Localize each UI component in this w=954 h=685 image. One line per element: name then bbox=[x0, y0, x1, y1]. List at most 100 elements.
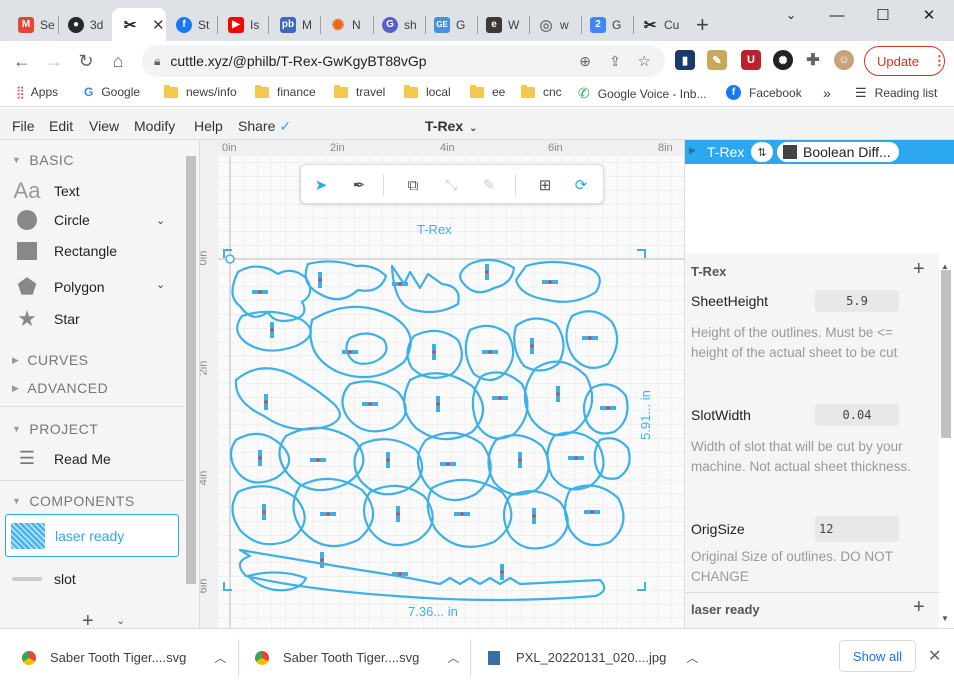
tool-polygon[interactable]: ⬟ Polygon bbox=[12, 274, 104, 300]
tab-ebay[interactable]: eW bbox=[476, 8, 528, 41]
close-window-button[interactable]: ✕ bbox=[906, 0, 952, 30]
bookmark-news[interactable]: news/info bbox=[164, 84, 237, 99]
tab-facebook[interactable]: f St bbox=[166, 8, 216, 41]
chevron-down-icon[interactable]: ⌄ bbox=[116, 614, 125, 627]
tab-web[interactable]: ◎ w bbox=[528, 8, 580, 41]
address-bar[interactable]: 🔒︎ cuttle.xyz/@philb/T-Rex-GwKgyBT88vGp … bbox=[142, 45, 665, 77]
grid-snap-icon[interactable]: ⊞ bbox=[535, 175, 555, 195]
tab-pb[interactable]: pb M bbox=[270, 8, 320, 41]
bookmark-facebook[interactable]: f Facebook bbox=[726, 85, 802, 100]
chevron-down-icon[interactable]: ⌄ bbox=[156, 278, 165, 291]
bookmark-local[interactable]: local bbox=[404, 84, 451, 99]
tab-gear[interactable]: ✺ N bbox=[320, 8, 372, 41]
edit-points-icon[interactable]: ✎ bbox=[479, 175, 499, 195]
bookmark-google-voice[interactable]: ✆ Google Voice - Inb... bbox=[578, 85, 706, 102]
scale-icon[interactable]: ⤡ bbox=[441, 175, 461, 195]
section-components[interactable]: ▼ COMPONENTS bbox=[12, 493, 135, 509]
add-component-button[interactable]: + bbox=[82, 610, 94, 628]
tab-search-icon[interactable]: ⌄ bbox=[768, 0, 814, 30]
left-scrollbar[interactable] bbox=[186, 156, 196, 584]
read-me-item[interactable]: ☰ Read Me bbox=[12, 448, 111, 469]
menu-modify[interactable]: Modify bbox=[134, 118, 175, 134]
pen-tool-icon[interactable]: ✒ bbox=[349, 175, 369, 195]
tab-cuttle-active[interactable]: ✂ ✕ bbox=[112, 8, 166, 41]
bookmark-ee[interactable]: ee bbox=[470, 84, 505, 99]
right-scrollbar[interactable] bbox=[941, 270, 951, 438]
extension-chart-icon[interactable]: ▮ bbox=[675, 50, 695, 70]
tab-cuttle-2[interactable]: ✂ Cu bbox=[632, 8, 684, 41]
menu-share[interactable]: Share ✓ bbox=[238, 118, 291, 135]
bookmark-google[interactable]: G Google bbox=[84, 85, 140, 99]
bookmark-finance[interactable]: finance bbox=[255, 84, 316, 99]
swap-arrows-icon[interactable]: ⇅ bbox=[751, 142, 773, 162]
component-laser-ready[interactable]: laser ready bbox=[5, 514, 179, 557]
section-basic[interactable]: ▼ BASIC bbox=[12, 152, 74, 168]
menu-help[interactable]: Help bbox=[194, 118, 223, 134]
tab-gmail[interactable]: M Se bbox=[8, 8, 56, 41]
zoom-icon[interactable]: ⊕ bbox=[579, 53, 591, 70]
tool-text[interactable]: Aa Text bbox=[12, 178, 80, 204]
chevron-down-icon[interactable]: ⌄ bbox=[156, 214, 165, 227]
menu-edit[interactable]: Edit bbox=[49, 118, 73, 134]
reload-icon[interactable]: ↻ bbox=[70, 45, 102, 77]
tab-github[interactable]: ● 3d bbox=[58, 8, 110, 41]
chevron-up-icon[interactable]: ︿ bbox=[447, 649, 459, 666]
forward-icon[interactable]: → bbox=[38, 45, 70, 77]
profile-avatar[interactable]: ☺ bbox=[834, 50, 854, 70]
scroll-down-icon[interactable]: ▼ bbox=[941, 614, 949, 623]
menu-view[interactable]: View bbox=[89, 118, 119, 134]
extensions-puzzle-icon[interactable]: ✚ bbox=[803, 50, 823, 70]
bookmark-apps[interactable]: ⣿ Apps bbox=[16, 85, 58, 99]
tool-rectangle[interactable]: Rectangle bbox=[12, 242, 117, 260]
close-downloads-icon[interactable]: ✕ bbox=[928, 646, 941, 666]
reading-list-button[interactable]: ☰ Reading list bbox=[855, 85, 937, 101]
close-tab-icon[interactable]: ✕ bbox=[152, 16, 165, 34]
maximize-button[interactable]: ☐ bbox=[860, 0, 906, 30]
add-parameter-button[interactable]: + bbox=[913, 258, 925, 281]
lock-icon: 🔒︎ bbox=[154, 53, 161, 68]
extension-ublock-icon[interactable]: U bbox=[741, 50, 761, 70]
chevron-up-icon[interactable]: ︿ bbox=[686, 649, 698, 666]
minimize-button[interactable]: — bbox=[814, 0, 860, 30]
section-curves[interactable]: ▶ CURVES bbox=[12, 352, 89, 368]
component-slot[interactable]: slot bbox=[12, 571, 76, 587]
new-tab-button[interactable]: + bbox=[696, 12, 709, 38]
update-button[interactable]: Update ⋮ bbox=[864, 46, 946, 76]
download-item[interactable]: PXL_20220131_020....jpg ︿ bbox=[488, 649, 698, 666]
home-icon[interactable]: ⌂ bbox=[102, 45, 134, 77]
extension-aperture-icon[interactable]: ✺ bbox=[773, 50, 793, 70]
bookmark-travel[interactable]: travel bbox=[334, 84, 385, 99]
show-all-button[interactable]: Show all bbox=[839, 640, 916, 672]
folder-icon bbox=[255, 84, 269, 98]
bookmark-cnc[interactable]: cnc bbox=[521, 84, 562, 99]
slot-center-dot bbox=[320, 558, 324, 562]
tool-star[interactable]: ★ Star bbox=[12, 306, 80, 332]
tab-calendar[interactable]: 2G bbox=[580, 8, 632, 41]
boolean-difference-chip[interactable]: Boolean Diff... bbox=[777, 142, 899, 162]
section-project[interactable]: ▼ PROJECT bbox=[12, 421, 98, 437]
menu-file[interactable]: File bbox=[12, 118, 35, 134]
document-title[interactable]: T-Rex ⌄ bbox=[425, 118, 478, 134]
add-parameter-button[interactable]: + bbox=[913, 596, 925, 619]
download-item[interactable]: Saber Tooth Tiger....svg ︿ bbox=[255, 649, 459, 666]
more-bookmarks-icon[interactable]: » bbox=[823, 85, 831, 101]
tab-gsheet[interactable]: GE G bbox=[424, 8, 476, 41]
param-value-input[interactable]: 12 bbox=[815, 516, 899, 542]
snap-magnet-icon[interactable]: ⟳ bbox=[571, 175, 591, 195]
select-arrow-icon[interactable]: ➤ bbox=[311, 175, 331, 195]
tab-youtube[interactable]: ▶ Is bbox=[218, 8, 268, 41]
section-advanced[interactable]: ▶ ADVANCED bbox=[12, 380, 108, 396]
transform-icon[interactable]: ⧉ bbox=[403, 175, 423, 195]
design-canvas[interactable]: 0in 2in 4in 6in 8in 0in 2in 4in 6in ➤ ✒ … bbox=[200, 140, 684, 628]
chevron-up-icon[interactable]: ︿ bbox=[214, 649, 226, 666]
extension-notes-icon[interactable]: ✎ bbox=[707, 50, 727, 70]
tool-circle[interactable]: Circle bbox=[12, 210, 90, 230]
param-value-input[interactable]: 0.04 bbox=[815, 404, 899, 426]
layer-row-selected[interactable]: ▶ T-Rex ⇅ Boolean Diff... bbox=[685, 140, 954, 164]
back-icon[interactable]: ← bbox=[6, 45, 38, 77]
param-value-input[interactable]: 5.9 bbox=[815, 290, 899, 312]
tab-sh[interactable]: Gsh bbox=[372, 8, 424, 41]
share-icon[interactable]: ⇪ bbox=[609, 53, 621, 70]
download-item[interactable]: Saber Tooth Tiger....svg ︿ bbox=[22, 649, 226, 666]
bookmark-star-icon[interactable]: ☆ bbox=[638, 52, 651, 70]
